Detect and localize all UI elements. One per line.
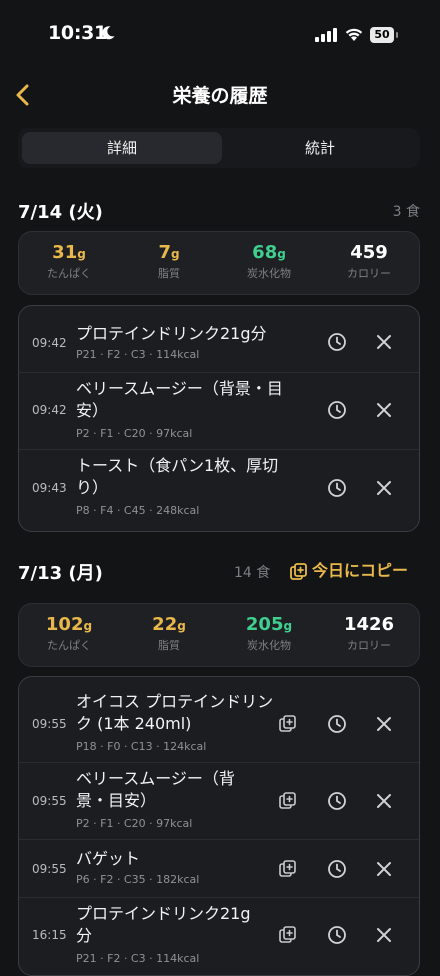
entry-macros: P8 · F4 · C45 · 248kcal (76, 504, 200, 517)
close-icon[interactable] (373, 790, 395, 812)
fat-value: 22 (152, 614, 178, 635)
fat-label: 脂質 (158, 639, 180, 652)
battery-icon: 50 (370, 27, 400, 43)
close-icon[interactable] (373, 858, 395, 880)
carbs-value: 205 (245, 614, 284, 635)
list-item[interactable]: 09:55 オイコス プロテインドリンク (1本 240ml) P18 · F0… (19, 677, 419, 762)
clock-icon[interactable] (326, 790, 348, 812)
clock-icon[interactable] (326, 477, 348, 499)
copy-plus-icon (290, 562, 307, 580)
entry-time: 09:55 (32, 862, 67, 876)
clock-icon[interactable] (326, 713, 348, 735)
status-bar: 10:31 50 (0, 0, 440, 70)
list-item[interactable]: 09:42 ベリースムージー（背景・目安） P2 · F1 · C20 · 97… (19, 372, 419, 450)
clock-icon[interactable] (326, 858, 348, 880)
entry-time: 09:55 (32, 717, 67, 731)
nutrition-summary: 102g たんぱく 22g 脂質 205g 炭水化物 1426 カロリー (18, 603, 420, 667)
entry-name: オイコス プロテインドリンク (1本 240ml) (76, 692, 274, 733)
carbs-label: 炭水化物 (247, 639, 291, 652)
calories-value: 459 (350, 242, 388, 263)
protein-label: たんぱく (47, 267, 91, 280)
view-segmented-control: 詳細 統計 (18, 128, 420, 168)
entry-time: 09:43 (32, 481, 67, 495)
day-date: 7/13 (月) (18, 563, 103, 584)
fat-label: 脂質 (158, 267, 180, 280)
day-header: 7/14 (火) 3 食 (18, 198, 420, 228)
protein-value: 31 (52, 242, 78, 263)
clock-icon[interactable] (326, 399, 348, 421)
entry-name: ベリースムージー（背景・目安） (76, 379, 283, 420)
entry-name: プロテインドリンク21g分 (76, 904, 251, 945)
list-item[interactable]: 16:15 プロテインドリンク21g分 P21 · F2 · C3 · 114k… (19, 897, 419, 975)
protein-value: 102 (45, 614, 84, 635)
copy-plus-icon[interactable] (277, 790, 299, 812)
copy-to-today-label: 今日にコピー (311, 561, 408, 580)
protein-label: たんぱく (47, 639, 91, 652)
tab-stats[interactable]: 統計 (220, 132, 420, 164)
status-time: 10:31 (48, 22, 107, 44)
nutrition-summary: 31g たんぱく 7g 脂質 68g 炭水化物 459 カロリー (18, 231, 420, 295)
meal-list: 09:55 オイコス プロテインドリンク (1本 240ml) P18 · F0… (18, 676, 420, 976)
entry-name: トースト（食パン1枚、厚切り） (76, 456, 279, 497)
carbs-value: 68 (252, 242, 278, 263)
calories-label: カロリー (347, 639, 391, 652)
entry-macros: P2 · F1 · C20 · 97kcal (76, 427, 193, 440)
entry-macros: P21 · F2 · C3 · 114kcal (76, 348, 200, 361)
entry-time: 09:55 (32, 794, 67, 808)
entry-name: ベリースムージー（背景・目安） (76, 769, 235, 810)
copy-to-today-button[interactable]: 今日にコピー (289, 557, 408, 582)
calories-label: カロリー (347, 267, 391, 280)
nav-bar: 栄養の履歴 (0, 70, 440, 120)
entry-macros: P6 · F2 · C35 · 182kcal (76, 873, 200, 886)
clock-icon[interactable] (326, 331, 348, 353)
meal-count: 14 食 (234, 565, 271, 581)
wifi-icon (345, 28, 363, 41)
close-icon[interactable] (373, 399, 395, 421)
entry-macros: P21 · F2 · C3 · 114kcal (76, 952, 200, 965)
list-item[interactable]: 09:42 プロテインドリンク21g分 P21 · F2 · C3 · 114k… (19, 306, 419, 372)
entry-macros: P18 · F0 · C13 · 124kcal (76, 740, 207, 753)
meal-list: 09:42 プロテインドリンク21g分 P21 · F2 · C3 · 114k… (18, 305, 420, 532)
day-date: 7/14 (火) (18, 202, 103, 223)
close-icon[interactable] (373, 477, 395, 499)
page-title: 栄養の履歴 (172, 85, 268, 107)
list-item[interactable]: 09:55 バゲット P6 · F2 · C35 · 182kcal (19, 839, 419, 898)
copy-plus-icon[interactable] (277, 924, 299, 946)
entry-time: 16:15 (32, 928, 67, 942)
close-icon[interactable] (373, 331, 395, 353)
calories-value: 1426 (343, 614, 395, 635)
entry-time: 09:42 (32, 336, 67, 350)
meal-count: 3 食 (392, 204, 420, 220)
moon-icon (102, 26, 115, 40)
entry-name: プロテインドリンク21g分 (76, 324, 267, 343)
carbs-label: 炭水化物 (247, 267, 291, 280)
copy-plus-icon[interactable] (277, 713, 299, 735)
list-item[interactable]: 09:43 トースト（食パン1枚、厚切り） P8 · F4 · C45 · 24… (19, 449, 419, 531)
list-item[interactable]: 09:55 ベリースムージー（背景・目安） P2 · F1 · C20 · 97… (19, 762, 419, 840)
copy-plus-icon[interactable] (277, 858, 299, 880)
entry-time: 09:42 (32, 403, 67, 417)
day-header: 7/13 (月) 14 食 今日にコピー (18, 559, 420, 589)
close-icon[interactable] (373, 924, 395, 946)
close-icon[interactable] (373, 713, 395, 735)
battery-level: 50 (370, 27, 394, 43)
entry-name: バゲット (76, 849, 141, 868)
signal-icon (315, 28, 337, 42)
clock-icon[interactable] (326, 924, 348, 946)
entry-macros: P2 · F1 · C20 · 97kcal (76, 817, 193, 830)
tab-detail[interactable]: 詳細 (22, 132, 222, 164)
fat-value: 7 (158, 242, 171, 263)
